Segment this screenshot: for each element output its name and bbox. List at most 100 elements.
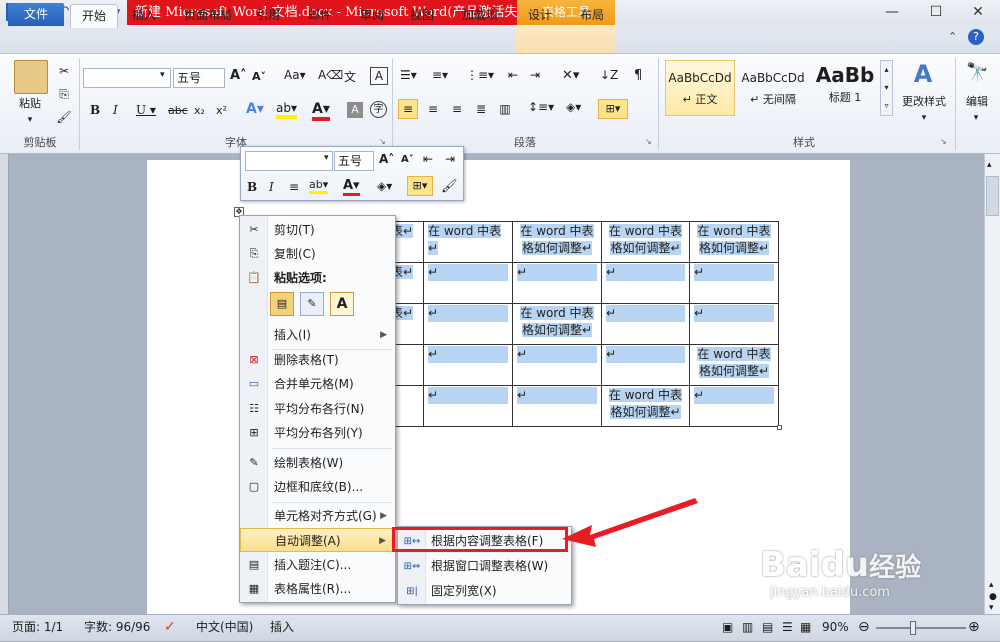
word-count[interactable]: 字数: 96/96 bbox=[84, 615, 150, 642]
scroll-up-icon[interactable]: ▴ bbox=[987, 160, 992, 170]
mini-bold-icon[interactable]: B bbox=[247, 180, 257, 194]
character-shading-icon[interactable]: A bbox=[347, 102, 363, 118]
menu-item-cut[interactable]: ✂ 剪切(T) bbox=[240, 218, 395, 242]
editing-button[interactable]: 编辑 bbox=[958, 94, 996, 110]
chinese-layout-icon[interactable]: ✕▾ bbox=[562, 68, 579, 83]
menu-item-delete-table[interactable]: ⊠ 删除表格(T) bbox=[240, 348, 395, 372]
font-color-icon[interactable]: A▾ bbox=[312, 101, 330, 121]
phonetic-guide-icon[interactable]: 文 bbox=[344, 68, 356, 85]
table-cell[interactable]: ↵ bbox=[512, 344, 602, 386]
browse-object-icon[interactable]: ● bbox=[989, 592, 997, 602]
style-heading-1[interactable]: AaBb 标题 1 bbox=[810, 60, 880, 116]
styles-scroll[interactable]: ▴ ▾ ▿ bbox=[880, 60, 893, 116]
ribbon-collapse-icon[interactable]: ⌃ bbox=[948, 30, 964, 46]
justify-icon[interactable]: ≣ bbox=[472, 100, 490, 118]
paste-icon[interactable] bbox=[14, 60, 48, 94]
mini-font-dropdown-icon[interactable]: ▾ bbox=[324, 153, 329, 163]
table-cell[interactable]: ↵ bbox=[423, 344, 513, 386]
tab-file[interactable]: 文件 bbox=[8, 3, 64, 26]
multilevel-list-icon[interactable]: ⋮≡▾ bbox=[466, 68, 494, 82]
vertical-scrollbar[interactable]: ▴ bbox=[984, 154, 1000, 614]
zoom-slider-thumb[interactable] bbox=[910, 621, 916, 635]
paste-button[interactable]: 粘贴 bbox=[10, 96, 50, 112]
sort-icon[interactable]: ↓Z bbox=[600, 68, 618, 82]
table-cell[interactable]: 在 word 中表格如何调整↵ bbox=[512, 221, 602, 263]
mini-italic-icon[interactable]: I bbox=[269, 180, 274, 194]
table-cell[interactable]: ↵ bbox=[601, 262, 690, 304]
font-name-combo[interactable] bbox=[83, 68, 171, 88]
tab-home[interactable]: 开始 bbox=[70, 4, 118, 28]
draft-icon[interactable]: ▦ bbox=[800, 615, 811, 642]
web-layout-icon[interactable]: ▤ bbox=[762, 615, 773, 642]
strikethrough-icon[interactable]: abc bbox=[168, 104, 188, 117]
paste-merge-format-icon[interactable]: ✎ bbox=[300, 292, 324, 316]
font-dialog-launcher-icon[interactable]: ↘ bbox=[379, 137, 386, 146]
paste-keep-format-icon[interactable]: ▤ bbox=[270, 292, 294, 316]
mini-shrink-font-icon[interactable]: A˅ bbox=[401, 154, 414, 165]
table-cell[interactable]: 在 word 中表↵ bbox=[423, 221, 513, 263]
format-painter-icon[interactable]: 🖌 bbox=[55, 108, 73, 126]
menu-item-distribute-columns[interactable]: ⊞ 平均分布各列(Y) bbox=[240, 421, 395, 445]
menu-item-borders-shading[interactable]: ▢ 边框和底纹(B)... bbox=[240, 475, 395, 499]
cut-icon[interactable]: ✂ bbox=[55, 62, 73, 80]
table-cell[interactable]: ↵ bbox=[512, 385, 602, 427]
tab-addins[interactable]: 加载项 bbox=[454, 4, 506, 28]
table-cell[interactable]: 在 word 中表格如何调整↵ bbox=[601, 385, 690, 427]
menu-item-distribute-rows[interactable]: ☷ 平均分布各行(N) bbox=[240, 397, 395, 421]
prev-page-icon[interactable]: ▴ bbox=[989, 580, 994, 590]
subscript-icon[interactable]: x₂ bbox=[194, 104, 205, 117]
align-left-button[interactable]: ≡ bbox=[398, 99, 418, 119]
minimize-button[interactable]: — bbox=[872, 2, 912, 22]
shading-icon[interactable]: ◈▾ bbox=[566, 100, 581, 114]
mini-shading-icon[interactable]: ◈▾ bbox=[377, 179, 392, 193]
mini-font-name-combo[interactable] bbox=[245, 151, 333, 171]
print-layout-icon[interactable]: ▣ bbox=[722, 615, 733, 642]
table-cell[interactable]: ↵ bbox=[689, 303, 779, 345]
tab-mailings[interactable]: 邮件 bbox=[300, 4, 340, 28]
mini-center-icon[interactable]: ≡ bbox=[289, 180, 299, 194]
table-cell[interactable]: ↵ bbox=[601, 344, 690, 386]
change-styles-button[interactable]: 更改样式 bbox=[896, 94, 952, 110]
style-no-spacing[interactable]: AaBbCcDd ↵ 无间隔 bbox=[738, 60, 808, 116]
menu-item-cell-alignment[interactable]: 单元格对齐方式(G) ▶ bbox=[240, 504, 395, 528]
tab-review[interactable]: 审阅 bbox=[352, 4, 392, 28]
table-cell[interactable]: 在 word 中表格如何调整↵ bbox=[689, 221, 779, 263]
zoom-out-icon[interactable]: ⊖ bbox=[858, 615, 870, 642]
table-cell[interactable]: ↵ bbox=[689, 262, 779, 304]
mini-font-color-icon[interactable]: A▾ bbox=[343, 178, 360, 196]
paste-text-only-icon[interactable]: A bbox=[330, 292, 354, 316]
close-button[interactable]: ✕ bbox=[958, 2, 998, 22]
show-marks-icon[interactable]: ¶ bbox=[634, 68, 642, 83]
menu-item-insert-caption[interactable]: ▤ 插入题注(C)... bbox=[240, 553, 395, 577]
style-normal[interactable]: AaBbCcDd ↵ 正文 bbox=[665, 60, 735, 116]
mini-format-painter-icon[interactable]: 🖌 bbox=[441, 179, 458, 194]
shrink-font-icon[interactable]: A˅ bbox=[252, 70, 266, 83]
table-cell[interactable]: 在 word 中表格如何调整↵ bbox=[512, 303, 602, 345]
page-count[interactable]: 页面: 1/1 bbox=[12, 615, 63, 642]
grow-font-icon[interactable]: A˄ bbox=[230, 68, 247, 83]
decrease-indent-icon[interactable]: ⇤ bbox=[508, 68, 518, 82]
align-right-icon[interactable]: ≡ bbox=[448, 100, 466, 118]
bullets-icon[interactable]: ☰▾ bbox=[400, 68, 417, 82]
maximize-button[interactable]: ☐ bbox=[916, 2, 956, 22]
reading-layout-icon[interactable]: ▥ bbox=[742, 615, 753, 642]
text-effects-icon[interactable]: A▾ bbox=[246, 101, 264, 117]
increase-indent-icon[interactable]: ⇥ bbox=[530, 68, 540, 82]
center-icon[interactable]: ≡ bbox=[424, 100, 442, 118]
menu-item-insert[interactable]: 插入(I) ▶ bbox=[240, 323, 395, 347]
insert-mode[interactable]: 插入 bbox=[270, 615, 294, 642]
menu-item-copy[interactable]: ⎘ 复制(C) bbox=[240, 242, 395, 266]
superscript-icon[interactable]: x² bbox=[216, 104, 227, 117]
clear-format-icon[interactable]: A⌫ bbox=[318, 68, 343, 82]
proofing-icon[interactable]: ✓ bbox=[164, 615, 176, 642]
menu-item-merge-cells[interactable]: ▭ 合并单元格(M) bbox=[240, 372, 395, 396]
table-cell[interactable]: ↵ bbox=[601, 303, 690, 345]
next-page-icon[interactable]: ▾ bbox=[989, 603, 994, 613]
mini-decrease-indent-icon[interactable]: ⇤ bbox=[423, 152, 433, 166]
tab-layout[interactable]: 布局 bbox=[572, 4, 612, 28]
outline-icon[interactable]: ☰ bbox=[782, 615, 793, 642]
menu-item-autofit[interactable]: 自动调整(A) ▶ bbox=[240, 528, 395, 552]
borders-icon[interactable]: ⊞▾ bbox=[598, 99, 628, 119]
table-cell[interactable]: ↵ bbox=[512, 262, 602, 304]
mini-borders-icon[interactable]: ⊞▾ bbox=[407, 176, 433, 196]
